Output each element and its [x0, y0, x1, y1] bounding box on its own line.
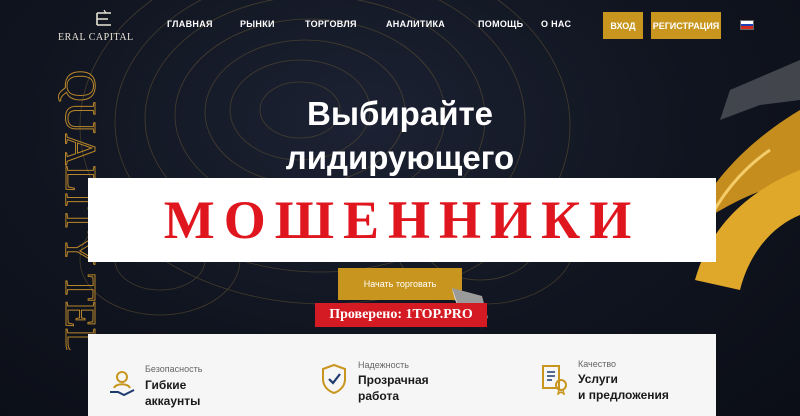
logo-text: ERAL CAPITAL — [58, 32, 134, 43]
feature-title-line-2: и предложения — [578, 388, 669, 402]
feature-title-line-2: аккаунты — [145, 394, 201, 408]
headline-line-1: Выбирайте — [307, 95, 493, 132]
feature-title-line-1: Гибкие — [145, 378, 187, 392]
nav-item-about[interactable]: О НАС — [541, 19, 571, 29]
nav-item-help[interactable]: ПОМОЩЬ — [478, 19, 523, 29]
feature-item-security: Безопасность Гибкие аккаунты — [108, 334, 288, 416]
feature-title-line-1: Услуги — [578, 372, 618, 386]
nav-item-home[interactable]: ГЛАВНАЯ — [167, 19, 213, 29]
feature-item-reliability: Надежность Прозрачная работа — [320, 334, 500, 416]
hero-section: QUALITY TED ERAL CAPITAL ГЛАВНАЯ РЫНКИ Т… — [0, 0, 800, 416]
nav-item-trading[interactable]: ТОРГОВЛЯ — [305, 19, 357, 29]
nav-item-analytics[interactable]: АНАЛИТИКА — [386, 19, 445, 29]
user-hand-icon — [110, 371, 135, 397]
features-bar: Безопасность Гибкие аккаунты Надежность … — [88, 334, 716, 416]
site-header: ERAL CAPITAL ГЛАВНАЯ РЫНКИ ТОРГОВЛЯ АНАЛ… — [0, 0, 800, 52]
language-flag-ru-icon[interactable] — [740, 20, 754, 30]
verified-badge: Проверено: 1TOP.PRO — [315, 303, 487, 327]
feature-item-quality: Качество Услуги и предложения — [540, 334, 710, 416]
document-badge-icon — [542, 365, 567, 395]
brand-logo[interactable]: ERAL CAPITAL — [58, 8, 148, 44]
feature-caption: Безопасность — [145, 364, 203, 374]
shield-check-icon — [322, 363, 346, 395]
register-button[interactable]: РЕГИСТРАЦИЯ — [651, 12, 721, 39]
feature-title-line-2: работа — [358, 389, 399, 403]
login-button[interactable]: ВХОД — [603, 12, 643, 39]
logo-mark-icon — [96, 10, 111, 26]
start-trading-button[interactable]: Начать торговать — [338, 268, 462, 300]
hero-headline: Выбирайте лидирующего — [250, 92, 550, 180]
scam-warning-banner: МОШЕННИКИ — [88, 178, 716, 262]
headline-line-2: лидирующего — [285, 139, 515, 176]
nav-item-markets[interactable]: РЫНКИ — [240, 19, 275, 29]
scam-warning-text: МОШЕННИКИ — [163, 190, 641, 250]
feature-title-line-1: Прозрачная — [358, 373, 429, 387]
feature-caption: Надежность — [358, 360, 409, 370]
feature-caption: Качество — [578, 359, 617, 369]
